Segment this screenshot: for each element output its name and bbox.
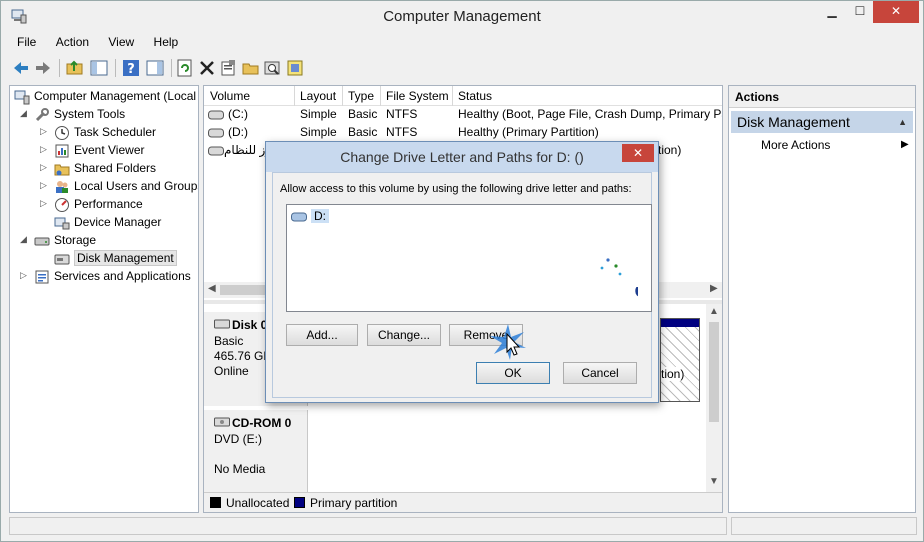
close-button[interactable]: ✕ [873,1,919,23]
change-button[interactable]: Change... [367,324,441,346]
status-bar [9,517,917,537]
drive-icon [208,146,224,156]
collapse-icon[interactable]: ▲ [898,117,907,127]
computer-management-icon [14,90,30,105]
watermark-logo: ميكانو للمعلوميات [600,258,638,307]
toolbar-separator [171,59,172,77]
expand-icon[interactable]: ▷ [40,126,50,137]
properties-icon[interactable] [219,58,239,78]
shared-folder-icon [54,164,70,176]
partition-legend: Unallocated Primary partition [204,492,722,512]
cdrom-icon [214,417,230,427]
cdrom-0-info[interactable]: CD-ROM 0 DVD (E:) No Media [204,410,308,492]
forward-icon[interactable] [33,58,53,78]
navigation-tree: Computer Management (Local ◢ System Tool… [9,85,199,513]
volume-list-header: Volume Layout Type File System Status [204,86,722,106]
event-viewer-icon [55,144,69,158]
ok-button[interactable]: OK [476,362,550,384]
disk-settings-icon[interactable] [285,58,305,78]
primary-partition-swatch [294,497,305,508]
expand-icon[interactable]: ▷ [40,198,50,209]
minimize-button[interactable]: ▁ [819,1,845,23]
add-button[interactable]: Add... [286,324,358,346]
dialog-title: Change Drive Letter and Paths for D: () [340,149,584,165]
clock-icon [55,126,69,140]
volume-row[interactable]: (D:) Simple Basic NTFS Healthy (Primary … [204,124,722,142]
primary-partition-bar [661,319,699,327]
scroll-up-icon[interactable]: ▲ [709,306,719,317]
toolbar-separator [59,59,60,77]
submenu-arrow-icon[interactable]: ▶ [901,139,909,150]
drive-icon [291,212,307,222]
dialog-close-button[interactable]: ✕ [622,144,654,162]
svg-text:ميكانو للمعلوميات: ميكانو للمعلوميات [633,266,638,307]
partition-block[interactable]: tion) [660,318,700,402]
svg-text:?: ? [127,62,135,77]
scroll-left-icon[interactable]: ◀ [208,283,216,294]
scroll-right-icon[interactable]: ▶ [710,283,718,294]
column-layout[interactable]: Layout [300,89,336,103]
column-separator[interactable] [294,86,295,106]
expand-icon[interactable]: ▷ [40,144,50,155]
services-icon [35,270,49,284]
volume-row[interactable]: (C:) Simple Basic NTFS Healthy (Boot, Pa… [204,106,722,124]
drive-icon [208,128,224,138]
unallocated-swatch [210,497,221,508]
maximize-button[interactable]: ☐ [847,1,873,23]
menu-action[interactable]: Action [48,33,97,49]
disk-icon [214,319,230,329]
toolbar: ? [9,55,917,81]
title-bar[interactable]: Computer Management ▁ ☐ ✕ [1,1,923,31]
status-pane [9,517,727,535]
column-separator[interactable] [342,86,343,106]
more-actions-link[interactable]: More Actions [761,138,830,152]
users-icon [56,181,68,193]
column-type[interactable]: Type [348,89,374,103]
help-icon[interactable]: ? [121,58,141,78]
menu-help[interactable]: Help [146,33,187,49]
scrollbar-thumb[interactable] [709,322,719,422]
search-disk-icon[interactable] [263,58,283,78]
status-pane [731,517,917,535]
cancel-button[interactable]: Cancel [563,362,637,384]
refresh-icon[interactable] [175,58,195,78]
actions-section-disk-management[interactable]: Disk Management ▲ [731,111,913,133]
menu-file[interactable]: File [9,33,44,49]
expand-icon[interactable]: ▷ [40,162,50,173]
open-folder-icon[interactable] [241,58,261,78]
up-folder-icon[interactable] [65,58,85,78]
expand-icon[interactable]: ▷ [40,180,50,191]
dialog-prompt: Allow access to this volume by using the… [280,183,632,195]
show-hide-tree-icon[interactable] [89,58,109,78]
menu-bar: File Action View Help [9,33,186,53]
show-action-pane-icon[interactable] [145,58,165,78]
column-file-system[interactable]: File System [386,89,449,103]
change-drive-letter-dialog: Change Drive Letter and Paths for D: () … [265,141,659,403]
click-highlight-icon [490,324,526,360]
tools-icon [35,108,49,122]
device-manager-icon [54,217,70,230]
scroll-down-icon[interactable]: ▼ [709,476,719,487]
drive-icon [208,110,224,120]
menu-view[interactable]: View [100,33,142,49]
storage-icon [34,237,50,246]
expand-icon[interactable]: ▷ [20,270,30,281]
column-separator[interactable] [452,86,453,106]
column-status[interactable]: Status [458,89,492,103]
column-separator[interactable] [380,86,381,106]
performance-icon [55,198,69,212]
back-icon[interactable] [11,58,31,78]
actions-header: Actions [729,86,915,108]
window-title: Computer Management [383,8,541,25]
delete-icon[interactable] [197,58,217,78]
toolbar-separator [115,59,116,77]
column-volume[interactable]: Volume [210,89,250,103]
collapse-icon[interactable]: ◢ [20,234,30,245]
actions-pane: Actions Disk Management ▲ More Actions ▶ [728,85,916,513]
disk-management-icon [54,254,70,265]
dialog-title-bar[interactable]: Change Drive Letter and Paths for D: () [266,142,658,172]
disk-list-vertical-scrollbar[interactable]: ▲ ▼ [706,304,722,492]
collapse-icon[interactable]: ◢ [20,108,30,119]
computer-management-window: Computer Management ▁ ☐ ✕ File Action Vi… [0,0,924,542]
